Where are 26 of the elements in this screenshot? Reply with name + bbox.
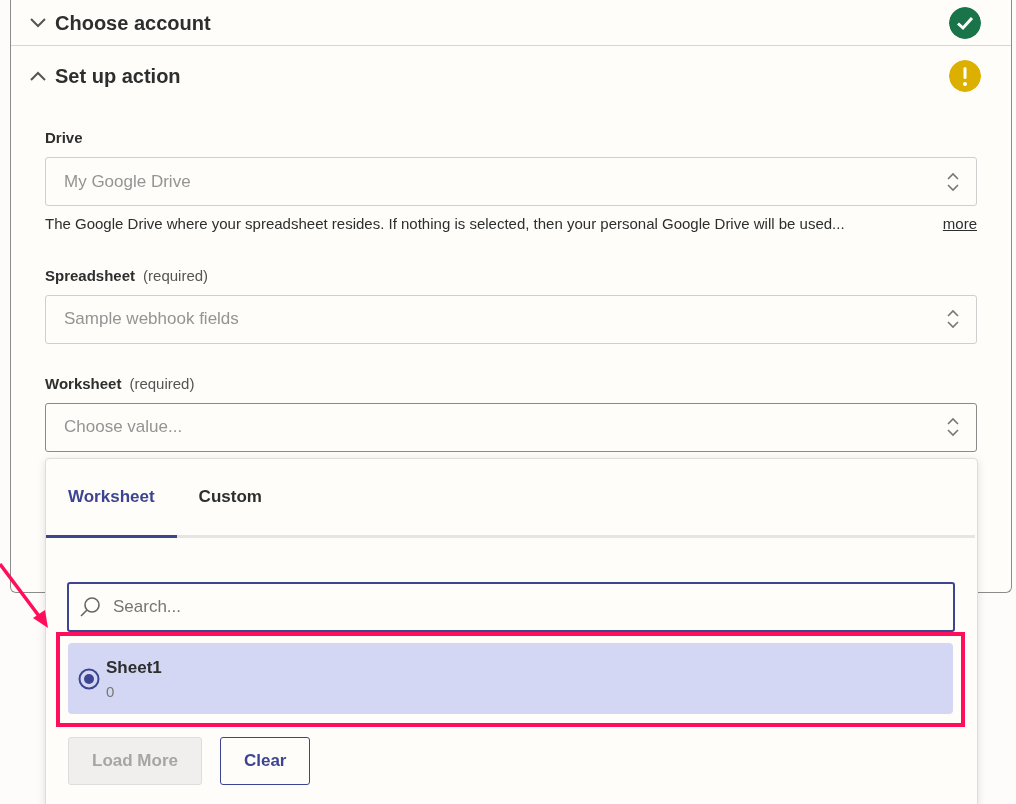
more-link[interactable]: more — [942, 213, 977, 236]
field-label: Worksheet — [45, 374, 122, 392]
section-title: Set up action — [55, 64, 181, 89]
section-title: Choose account — [55, 10, 211, 36]
help-text: The Google Drive where your spreadsheet resides. If nothing is selected, then your personal Google Drive will be used... — [45, 214, 845, 234]
annotation-arrow — [0, 562, 48, 628]
updown-chevron-icon — [946, 309, 960, 329]
option-title: Sheet1 — [106, 657, 162, 679]
chevron-icon — [29, 70, 47, 82]
section-header[interactable]: Choose account — [11, 0, 1011, 46]
updown-chevron-icon — [946, 417, 960, 437]
search-field[interactable]: Search... — [67, 582, 955, 632]
updown-chevron-icon — [946, 171, 960, 192]
field-label: Drive — [45, 129, 83, 146]
chevron-icon — [29, 17, 47, 28]
option-item[interactable]: Sheet1 0 — [68, 643, 953, 714]
clear-button[interactable]: Clear — [219, 737, 311, 785]
field-label: Spreadsheet — [45, 266, 136, 284]
section-header[interactable]: Set up action — [11, 46, 1011, 106]
tab[interactable]: Custom — [176, 459, 284, 538]
radio-icon — [78, 668, 100, 690]
tab[interactable]: Worksheet — [46, 459, 177, 538]
search-icon — [79, 596, 101, 618]
required-note: (required) — [143, 266, 209, 284]
option-subtitle: 0 — [106, 681, 116, 702]
required-note: (required) — [129, 374, 195, 392]
